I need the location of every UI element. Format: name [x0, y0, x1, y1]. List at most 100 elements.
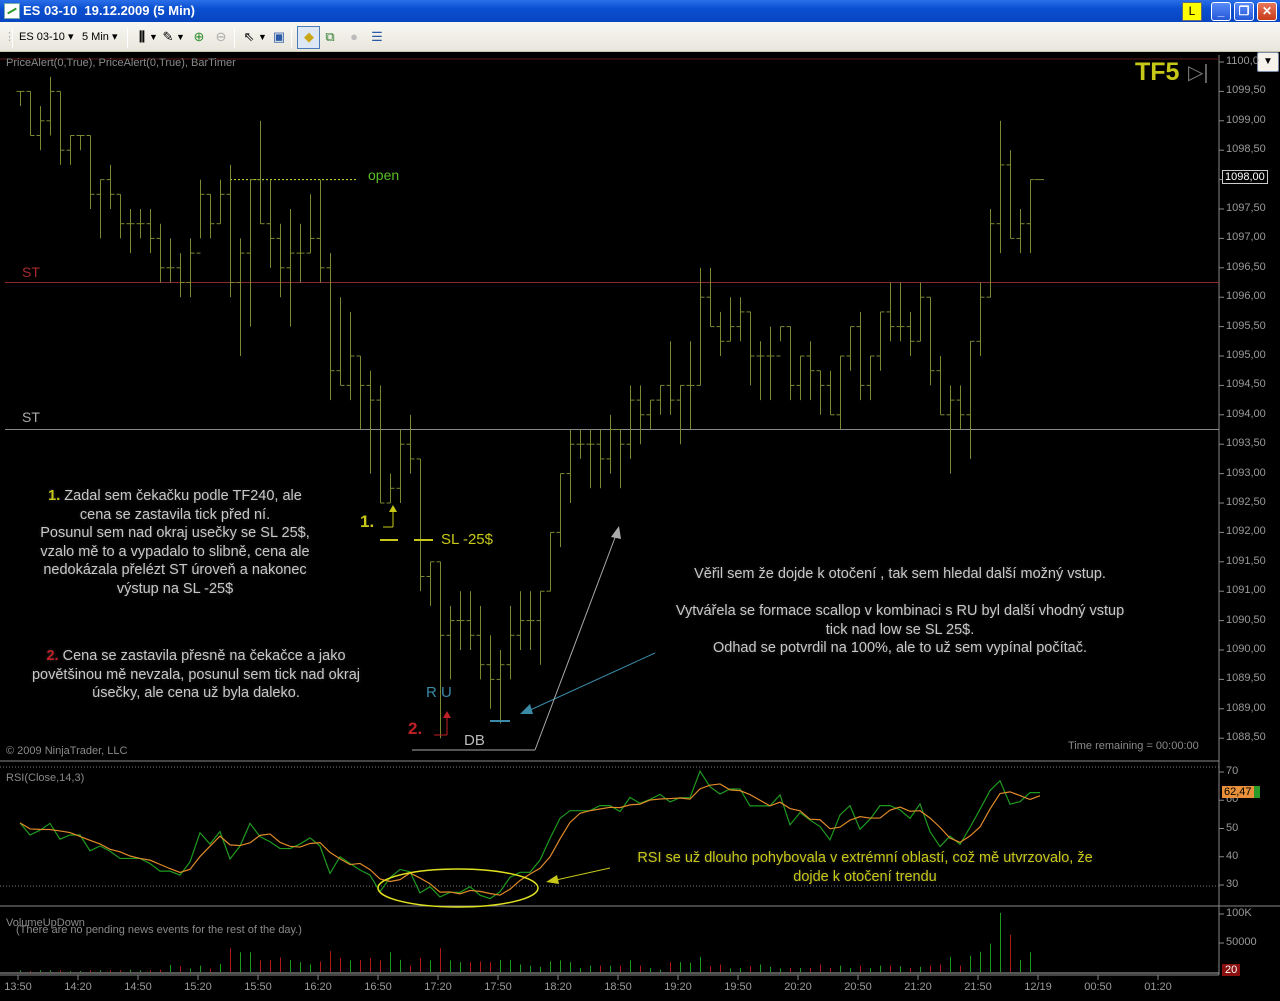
price-bar	[856, 311, 865, 401]
price-bar	[726, 297, 735, 342]
rsi-pointer-line	[555, 867, 611, 881]
price-axis-label: 1091,00	[1226, 584, 1266, 597]
last-price-badge: 1098,00	[1222, 170, 1268, 184]
price-bar	[866, 355, 875, 401]
ru-pointer-line	[527, 652, 656, 712]
rsi-oversold-ellipse	[377, 868, 539, 908]
price-bar	[676, 384, 685, 445]
time-axis-label: 19:20	[664, 981, 692, 993]
price-bar	[186, 238, 195, 298]
open-label: open	[368, 167, 400, 183]
price-bar	[566, 429, 575, 503]
rsi-axis-label: 50	[1226, 821, 1239, 834]
price-axis-label: 1097,00	[1226, 231, 1266, 244]
price-bar	[456, 591, 465, 650]
price-bar	[536, 590, 545, 665]
st-lower-label: ST	[22, 409, 40, 425]
price-axis-label: 1090,00	[1226, 643, 1266, 655]
time-axis-label: 01:20	[1144, 981, 1172, 993]
price-bar	[196, 179, 205, 254]
price-bar	[306, 194, 315, 254]
scroll-down-button[interactable]: ▼	[1257, 52, 1279, 72]
price-bar	[46, 76, 55, 136]
price-bar	[486, 635, 495, 709]
price-bar	[746, 311, 755, 386]
price-bar	[416, 458, 425, 592]
arrow-head-icon	[611, 526, 621, 539]
price-bar	[386, 473, 395, 504]
price-bar	[976, 282, 985, 356]
price-bar	[896, 282, 905, 342]
price-bar	[1016, 209, 1025, 254]
price-bar	[666, 341, 675, 415]
time-axis-label: 20:20	[784, 981, 812, 993]
time-axis-label: 14:50	[124, 981, 152, 993]
note-entry-1: 1. Zadal sem čekačku podle TF240, ale ce…	[10, 487, 340, 598]
price-axis-label: 1097,50	[1226, 202, 1266, 214]
time-remaining-label: Time remaining = 00:00:00	[1068, 740, 1199, 752]
timeframe-label: TF5	[1135, 58, 1180, 86]
price-bar	[256, 120, 265, 225]
time-axis-label: 21:20	[904, 981, 932, 993]
price-bar	[776, 326, 785, 357]
breakout-arrow-line	[534, 534, 617, 751]
volume-axis-label: 50000	[1226, 936, 1257, 948]
rsi-panel-label: RSI(Close,14,3)	[6, 772, 85, 784]
price-bar	[756, 341, 765, 401]
price-axis-label: 1096,00	[1226, 290, 1266, 303]
price-bar	[696, 267, 705, 386]
price-bar	[766, 326, 775, 401]
time-axis-label: 19:50	[724, 981, 752, 993]
price-bar	[126, 209, 135, 254]
price-bar	[76, 135, 85, 151]
price-bar	[246, 179, 255, 327]
time-axis-label: 17:50	[484, 981, 512, 993]
price-bar	[116, 193, 125, 239]
price-bar	[476, 605, 485, 680]
price-bar	[146, 209, 155, 254]
price-bar	[876, 311, 885, 371]
price-axis-label: 1093,00	[1226, 466, 1266, 479]
price-bar	[826, 370, 835, 416]
time-axis-label: 20:50	[844, 981, 872, 993]
price-axis-label: 1090,50	[1226, 613, 1266, 626]
note-1-text: Zadal sem čekačku podle TF240, ale cena …	[40, 488, 310, 597]
entry-2-marker: 2.	[408, 719, 423, 738]
price-axis-label: 1094,00	[1226, 407, 1266, 420]
price-bar	[1026, 179, 1035, 254]
price-bar	[216, 179, 225, 225]
st-upper-label: ST	[22, 264, 40, 280]
time-axis-label: 16:20	[304, 981, 332, 993]
price-bar	[846, 326, 855, 371]
price-bar	[916, 282, 925, 342]
double-bottom-label: DB	[464, 732, 485, 749]
entry-1-marker: 1.	[360, 512, 375, 531]
arrow-head-icon	[520, 704, 533, 714]
price-bar	[506, 605, 515, 680]
price-bar	[316, 179, 325, 283]
price-axis-label: 1089,00	[1226, 701, 1266, 714]
price-bar	[786, 326, 795, 401]
note-entry-2: 2. Cena se zastavila přesně na čekačce a…	[0, 647, 392, 703]
price-bar	[176, 253, 185, 298]
price-bar	[336, 297, 345, 386]
price-bar	[136, 209, 145, 239]
price-bar	[466, 591, 475, 650]
rsi-last-value-badge: 62,47	[1222, 786, 1260, 798]
price-bar	[356, 355, 365, 430]
price-axis-label: 1098,50	[1226, 143, 1266, 156]
ru-label: R U	[426, 684, 452, 701]
volume-axis-label: 100K	[1226, 907, 1252, 919]
price-bar	[546, 531, 555, 592]
price-bar	[1006, 150, 1015, 239]
note-rsi: RSI se už dlouho pohybovala v extrémní o…	[637, 850, 1093, 885]
price-bar	[606, 414, 615, 474]
time-axis-label: 15:20	[184, 981, 212, 993]
time-axis-label: 17:20	[424, 981, 452, 993]
rsi-axis-label: 30	[1226, 878, 1239, 890]
price-bar	[496, 650, 505, 724]
play-end-icon[interactable]: ▷|	[1188, 60, 1209, 85]
price-bar	[626, 385, 635, 459]
price-bar	[366, 370, 375, 474]
note-2-text: Cena se zastavila přesně na čekačce a ja…	[31, 648, 361, 701]
